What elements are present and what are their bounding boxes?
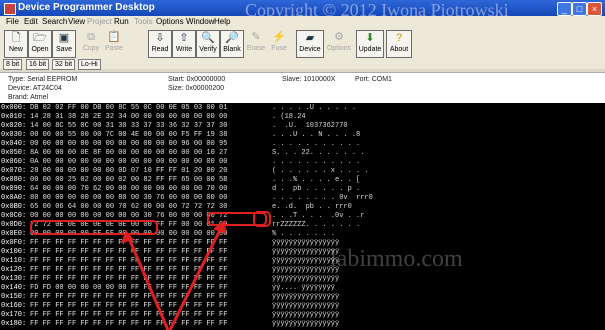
annotation-arrows	[121, 220, 226, 330]
arrow-left	[126, 235, 170, 330]
arrow-right	[168, 225, 224, 330]
arrow-left-head	[121, 230, 134, 243]
